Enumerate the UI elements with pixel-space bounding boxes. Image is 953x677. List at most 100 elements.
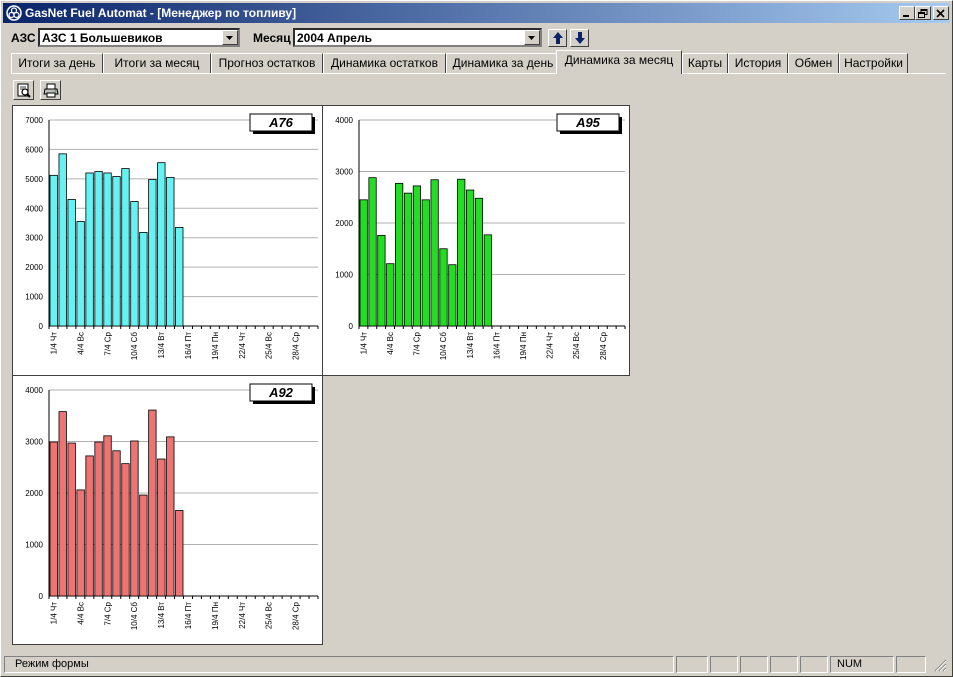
bar [76,221,85,327]
y-tick-label: 7000 [25,116,43,125]
x-tick-label: 22/4 Чт [238,332,247,359]
x-tick-label: 1/4 Чт [359,332,368,355]
y-tick-label: 4000 [25,386,43,395]
station-dropdown-button[interactable] [222,30,238,45]
resize-grip-icon[interactable] [934,659,947,672]
x-tick-label: 13/4 Вт [466,332,475,359]
bar [474,197,484,327]
bar [457,178,466,327]
tab-monthly-totals[interactable]: Итоги за месяц [103,53,211,73]
y-tick-label: 1000 [25,293,43,302]
y-tick-label: 1000 [335,271,353,280]
print-button[interactable] [40,80,61,100]
tab-daily-totals[interactable]: Итоги за день [11,53,103,73]
month-label: Месяц [253,31,291,45]
station-value: АЗС 1 Большевиков [42,31,163,45]
bar [49,174,58,327]
y-tick-label: 1000 [25,541,43,550]
close-button[interactable] [933,6,949,20]
tab-history[interactable]: История [728,53,788,73]
x-tick-label: 25/4 Вс [572,332,581,359]
bar [76,489,85,597]
chart-title: А76 [268,115,294,130]
restore-button[interactable] [915,6,931,20]
x-tick-label: 7/4 Ср [103,331,112,355]
x-tick-label: 1/4 Чт [49,602,58,625]
x-tick-label: 16/4 Пт [492,332,501,360]
status-panel [676,656,708,673]
chevron-down-icon [226,36,233,40]
bar [121,463,130,597]
bar [121,168,130,327]
prev-month-button[interactable] [548,29,567,47]
bar [157,162,166,327]
bar [85,455,94,597]
x-tick-label: 4/4 Вс [76,602,85,625]
bar [85,172,94,327]
chart-title: А92 [268,385,294,400]
status-panel [770,656,798,673]
status-panel [800,656,828,673]
bar [166,436,175,597]
y-tick-label: 0 [349,322,354,331]
x-tick-label: 7/4 Ср [103,601,112,625]
arrow-down-icon [575,32,585,44]
chevron-down-icon [528,36,535,40]
bar [103,435,112,597]
tab-settings[interactable]: Настройки [839,53,908,73]
y-tick-label: 4000 [25,204,43,213]
bar [94,171,103,327]
bar [439,248,448,327]
status-bar: Режим формы NUM [3,656,950,674]
x-tick-label: 28/4 Ср [292,601,301,630]
chart-a76: 0 1000 2000 3000 4000 5000 6000 7000 1/4 Чт 4/4 В… [25,113,319,361]
tab-monthly-dynamics[interactable]: Динамика за месяц [556,50,682,74]
print-preview-icon [17,83,31,98]
tab-balance-forecast[interactable]: Прогноз остатков [211,53,323,73]
x-tick-label: 10/4 Сб [130,602,139,631]
y-tick-label: 3000 [335,168,353,177]
x-tick-label: 10/4 Сб [130,332,139,361]
restore-icon [918,9,928,18]
tab-cards[interactable]: Карты [682,53,728,73]
tab-exchange[interactable]: Обмен [788,53,839,73]
bar [103,172,112,327]
bar [448,264,457,327]
bar [139,494,148,597]
bar [395,182,404,327]
print-preview-button[interactable] [13,80,34,100]
chart-title: А95 [575,115,601,130]
month-dropdown-button[interactable] [524,30,540,45]
bar [112,450,121,597]
bar [130,440,139,597]
month-select[interactable]: 2004 Апрель [293,28,542,47]
x-tick-label: 19/4 Пн [519,332,528,360]
x-tick-label: 16/4 Пт [184,332,193,360]
bar [377,234,386,327]
window-title: GasNet Fuel Automat - [Менеджер по топли… [25,6,297,20]
station-select[interactable]: АЗС 1 Большевиков [38,28,240,47]
y-tick-label: 0 [39,592,44,601]
title-bar: GasNet Fuel Automat - [Менеджер по топли… [3,3,950,23]
tab-balance-dynamics[interactable]: Динамика остатков [323,53,446,73]
next-month-button[interactable] [570,29,589,47]
bar [58,411,67,597]
x-tick-label: 10/4 Сб [439,332,448,361]
minimize-button[interactable] [899,6,915,20]
bar [412,185,421,327]
x-tick-label: 13/4 Вт [157,332,166,359]
bar [157,458,166,597]
x-tick-label: 25/4 Вс [265,332,274,359]
bar [386,263,395,327]
app-logo-icon [6,5,22,21]
bar [465,189,475,327]
x-tick-label: 22/4 Чт [546,332,555,359]
chart-a76-panel: 0 1000 2000 3000 4000 5000 6000 7000 1/4 Чт 4/4 В… [12,105,323,376]
bar [139,232,148,327]
bar [483,234,492,327]
status-num: NUM [830,656,894,673]
tab-daily-dynamics[interactable]: Динамика за день [446,53,560,73]
y-tick-label: 5000 [25,175,43,184]
bar [112,176,121,327]
main-window: GasNet Fuel Automat - [Менеджер по топли… [0,0,953,677]
